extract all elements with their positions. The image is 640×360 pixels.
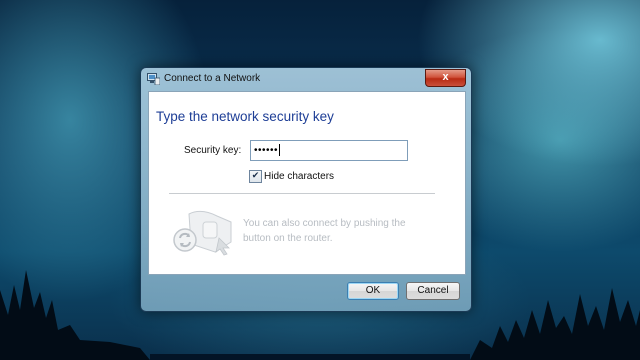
- security-key-label: Security key:: [184, 145, 242, 156]
- router-push-button-icon: [173, 210, 232, 256]
- text-caret: [279, 144, 281, 157]
- close-icon: x: [442, 71, 449, 83]
- hide-characters-label[interactable]: Hide characters: [264, 171, 334, 182]
- hide-characters-checkbox[interactable]: ✔: [249, 170, 262, 183]
- title-bar[interactable]: Connect to a Network x: [141, 68, 471, 90]
- push-button-hint: You can also connect by pushing the butt…: [243, 218, 406, 244]
- ok-button[interactable]: OK: [347, 282, 399, 300]
- dialog-content: Type the network security key Security k…: [148, 91, 466, 275]
- cancel-button[interactable]: Cancel: [406, 282, 460, 300]
- security-key-input[interactable]: ••••••: [250, 140, 408, 161]
- connect-dialog: Connect to a Network x Type the network …: [140, 67, 472, 312]
- checkmark-icon: ✔: [251, 171, 260, 181]
- dialog-heading: Type the network security key: [156, 109, 334, 124]
- close-button[interactable]: x: [425, 69, 466, 87]
- window-title: Connect to a Network: [164, 73, 261, 84]
- separator: [169, 193, 435, 195]
- network-icon: [147, 73, 160, 85]
- security-key-value: ••••••: [254, 145, 279, 156]
